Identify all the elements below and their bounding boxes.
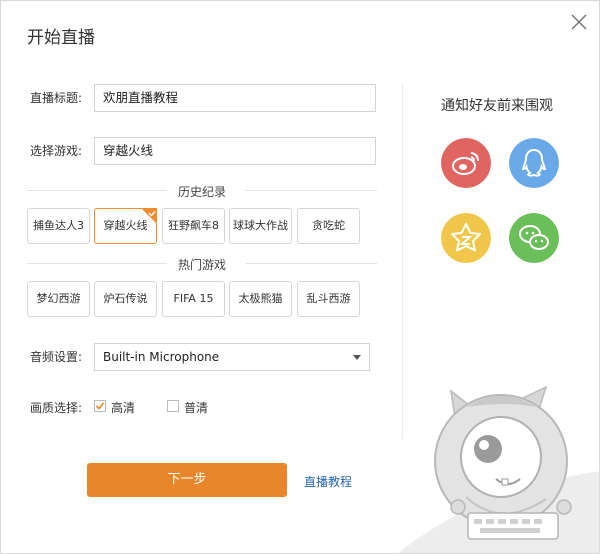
- game-input[interactable]: 穿越火线: [94, 137, 376, 165]
- dropdown-arrow-icon: [353, 355, 361, 360]
- quality-high-label: 高清: [111, 401, 136, 415]
- next-step-button[interactable]: 下一步: [87, 463, 287, 497]
- stream-title-input[interactable]: 欢朋直播教程: [94, 84, 376, 112]
- audio-label: 音频设置:: [30, 350, 83, 364]
- dialog-title: 开始直播: [27, 28, 95, 48]
- hot-game-button[interactable]: 太极熊猫: [229, 281, 292, 317]
- notify-friends-heading: 通知好友前来围观: [441, 98, 553, 114]
- tutorial-link[interactable]: 直播教程: [304, 473, 352, 490]
- quality-label: 画质选择:: [30, 401, 83, 415]
- history-heading: 历史纪录: [177, 185, 226, 199]
- qq-icon[interactable]: [509, 138, 559, 188]
- history-game-button[interactable]: 捕鱼达人3: [27, 208, 90, 244]
- hot-game-button[interactable]: 炉石传说: [94, 281, 157, 317]
- close-icon[interactable]: [569, 12, 589, 32]
- stream-title-label: 直播标题:: [30, 91, 83, 105]
- audio-device-select[interactable]: Built-in Microphone: [94, 343, 370, 371]
- history-game-button[interactable]: 贪吃蛇: [297, 208, 360, 244]
- hot-section-header: 热门游戏: [27, 256, 377, 272]
- qzone-icon[interactable]: [441, 213, 491, 263]
- wechat-icon[interactable]: [509, 213, 559, 263]
- quality-normal-label: 普清: [184, 401, 209, 415]
- hot-game-button[interactable]: 梦幻西游: [27, 281, 90, 317]
- start-live-dialog: 开始直播 直播标题: 欢朋直播教程 选择游戏: 穿越火线 历史纪录 捕鱼达人3 …: [0, 0, 600, 554]
- selected-check-icon: [141, 208, 157, 224]
- weibo-icon[interactable]: [441, 138, 491, 188]
- mascot-illustration: [398, 385, 599, 553]
- quality-high-checkbox-checked[interactable]: [94, 400, 106, 412]
- hot-heading: 热门游戏: [177, 258, 226, 272]
- history-game-button-selected[interactable]: 穿越火线: [94, 208, 157, 244]
- history-game-button[interactable]: 狂野飙车8: [162, 208, 225, 244]
- audio-device-value: Built-in Microphone: [103, 350, 220, 364]
- game-label: 选择游戏:: [30, 144, 83, 158]
- hot-game-button[interactable]: FIFA 15: [162, 281, 225, 317]
- hot-game-button[interactable]: 乱斗西游: [297, 281, 360, 317]
- quality-normal-checkbox[interactable]: [167, 400, 179, 412]
- history-section-header: 历史纪录: [27, 183, 377, 199]
- history-game-button[interactable]: 球球大作战: [229, 208, 292, 244]
